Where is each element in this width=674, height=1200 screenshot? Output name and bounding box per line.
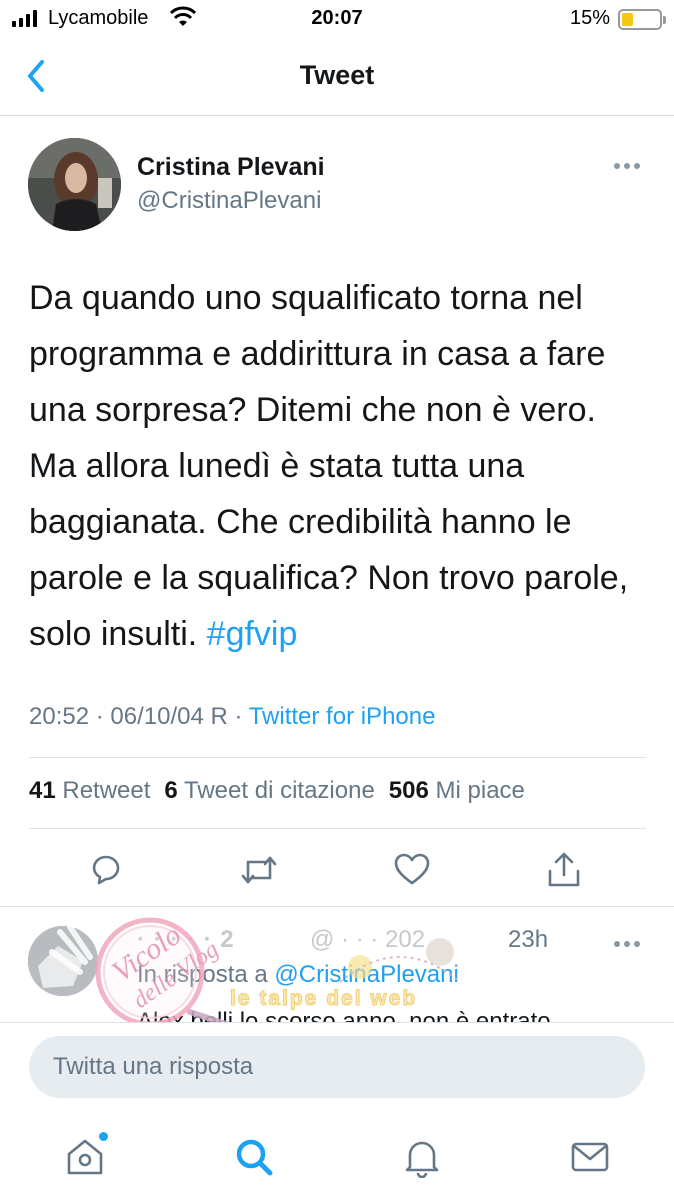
likes-label: Mi piace (435, 777, 525, 804)
tab-bar (0, 1110, 674, 1200)
avatar[interactable] (28, 138, 121, 231)
quotes-label: Tweet di citazione (184, 777, 375, 804)
timestamp-text: 20:52 · 06/10/04 R · (29, 703, 249, 730)
tab-home[interactable] (60, 1132, 110, 1182)
retweet-icon (241, 856, 277, 884)
divider (0, 906, 674, 907)
reply-text: Alex belli lo scorso anno, non è entrato (137, 1008, 551, 1022)
nav-bar: Tweet (0, 38, 674, 116)
tweet-stats: 41 Retweet 6 Tweet di citazione 506 Mi p… (29, 777, 525, 805)
search-icon (236, 1139, 273, 1176)
quotes-count: 6 (164, 777, 178, 804)
reply-context-prefix: In risposta a (137, 961, 275, 988)
dot (614, 163, 620, 169)
page-title: Tweet (299, 60, 375, 90)
reply-author-name[interactable]: · · · · · 2 (137, 926, 235, 954)
likes-stat[interactable]: 506 Mi piace (389, 777, 525, 805)
likes-count: 506 (388, 777, 429, 804)
reply-icon (92, 855, 120, 885)
share-icon (548, 852, 580, 887)
status-bar: Lycamobile 20:07 15% (0, 0, 674, 38)
retweet-button[interactable] (237, 848, 281, 892)
share-button[interactable] (542, 848, 586, 892)
author-handle[interactable]: @CristinaPlevani (137, 187, 321, 215)
divider (29, 757, 646, 758)
reply-mention-link[interactable]: @CristinaPlevani (274, 961, 458, 988)
messages-icon (571, 1142, 609, 1172)
tweet-timestamp: 20:52 · 06/10/04 R · Twitter for iPhone (29, 703, 435, 731)
home-icon (67, 1139, 103, 1175)
notifications-icon (405, 1141, 439, 1178)
retweets-count: 41 (29, 777, 56, 804)
tab-search[interactable] (229, 1132, 279, 1182)
author-name[interactable]: Cristina Plevani (137, 153, 325, 182)
battery-percent: 15% (569, 7, 610, 29)
reply-button[interactable] (84, 848, 128, 892)
battery-level (622, 13, 633, 26)
reply-avatar[interactable] (28, 926, 98, 996)
more-options-button[interactable] (614, 156, 644, 176)
tweet-text: Da quando uno squalificato torna nel pro… (29, 270, 649, 662)
dot (624, 941, 630, 947)
divider (29, 828, 646, 829)
reply-time: 23h (508, 926, 549, 953)
reply-context: In risposta a @CristinaPlevani (137, 961, 459, 989)
dot (634, 163, 640, 169)
reply-author-handle[interactable]: @ · · · 202 (310, 926, 425, 954)
tab-messages[interactable] (565, 1132, 615, 1182)
battery-icon (618, 9, 666, 30)
retweets-label: Retweet (62, 777, 151, 804)
dot (634, 941, 640, 947)
new-content-dot (99, 1132, 108, 1141)
tweet-body: Da quando uno squalificato torna nel pro… (29, 279, 629, 653)
dot (614, 941, 620, 947)
tweet-actions (0, 840, 674, 900)
dot (624, 163, 630, 169)
quotes-stat[interactable]: 6 Tweet di citazione (164, 777, 374, 805)
profile-photo (28, 138, 121, 231)
reply-more-options-button[interactable] (614, 934, 644, 954)
reply-profile-photo (28, 926, 98, 996)
retweets-stat[interactable]: 41 Retweet (29, 777, 150, 805)
tweet-source-link[interactable]: Twitter for iPhone (249, 703, 436, 730)
hashtag-link[interactable]: #gfvip (207, 615, 298, 653)
like-icon (394, 853, 430, 885)
reply-input[interactable]: Twitta una risposta (29, 1036, 645, 1098)
like-button[interactable] (390, 848, 434, 892)
tab-notifications[interactable] (397, 1132, 447, 1182)
